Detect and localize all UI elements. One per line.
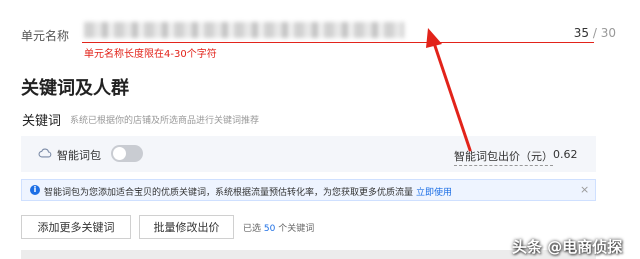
toggle-knob	[113, 147, 126, 160]
smart-bid-value: 0.62	[553, 148, 578, 161]
selected-prefix: 已选	[243, 224, 264, 234]
char-counter: 35 / 30	[574, 26, 616, 40]
selected-count-text: 已选 50 个关键词	[243, 221, 314, 234]
close-icon[interactable]: ×	[580, 183, 589, 196]
smart-package-label: 智能词包	[57, 149, 101, 162]
use-now-link[interactable]: 立即使用	[416, 185, 452, 198]
info-icon: i	[30, 185, 40, 195]
keyword-label: 关键词	[22, 114, 62, 129]
info-banner-text: 智能词包为您添加适合宝贝的优质关键词，系统根据流量预估转化率，为您获取更多优质流…	[44, 188, 414, 198]
keyword-table-header	[21, 250, 596, 259]
add-keywords-button[interactable]: 添加更多关键词	[21, 215, 131, 239]
selected-suffix: 个关键词	[275, 224, 315, 234]
char-count-max: 30	[600, 26, 616, 40]
smart-package-toggle[interactable]	[111, 145, 143, 162]
selected-count: 50	[263, 224, 276, 234]
unit-name-label: 单元名称	[21, 29, 70, 43]
blurred-unit-name	[84, 22, 404, 38]
cloud-icon	[38, 148, 52, 158]
unit-name-error: 单元名称长度限在4-30个字符	[84, 49, 217, 60]
char-count-current: 35	[573, 26, 590, 40]
keyword-hint: 系统已根据你的店铺及所选商品进行关键词推荐	[70, 116, 260, 126]
batch-bid-button[interactable]: 批量修改出价	[139, 215, 234, 239]
watermark: 头条 @电商侦探	[512, 238, 623, 256]
char-count-separator: /	[589, 26, 601, 40]
page-title: 关键词及人群	[21, 78, 129, 99]
smart-bid-label: 智能词包出价（元）	[454, 148, 553, 166]
